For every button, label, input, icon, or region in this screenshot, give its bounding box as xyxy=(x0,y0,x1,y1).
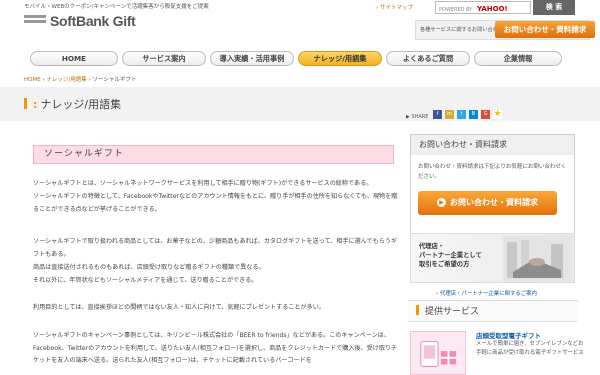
page-title: : ナレッジ/用語集 xyxy=(24,96,121,112)
service-description: メールで簡単に届き、セブンイレブンなどお手軽に商品が受け取れる電子ギフトサービス xyxy=(476,341,584,356)
star-icon[interactable]: ★ xyxy=(493,110,502,119)
article-heading: ソーシャルギフト xyxy=(33,145,394,164)
logo-mark-icon xyxy=(24,15,46,27)
facebook-icon[interactable]: f xyxy=(433,110,442,119)
nav-company[interactable]: 企業情報 xyxy=(474,51,562,66)
partner-line: 取引をご希望の方 xyxy=(419,261,470,268)
yahoo-logo: YAHOO! xyxy=(476,5,508,13)
article-paragraph: ソーシャルギフトで取り扱われる商品としては、お菓子などの、少額商品もあれば、カタ… xyxy=(33,238,397,258)
share-label-text: SHARE xyxy=(411,114,429,120)
twitter-icon[interactable]: t xyxy=(457,110,466,119)
article-paragraph: 商品は直接送付されるものもあれば、店頭受け取りなど贈るギフトの種類で異なる。 xyxy=(33,264,265,271)
partner-link-text: 代理店・パートナー企業に関するご案内 xyxy=(439,291,537,297)
article-paragraph: 利用目的としては、直接挨拶ほどの間柄ではない友人・知人に向けて、気軽にプレゼント… xyxy=(33,304,325,311)
breadcrumb-home[interactable]: HOME xyxy=(24,77,41,83)
hatena-icon[interactable]: B xyxy=(469,110,478,119)
heading-bar-icon xyxy=(416,305,419,315)
service-title[interactable]: 店頭受取型電子ギフト xyxy=(476,330,541,340)
share-icons: f m t B G ★ xyxy=(433,110,505,119)
sitemap-label: サイトマップ xyxy=(379,5,413,11)
gift-service-thumbnail[interactable] xyxy=(410,331,466,375)
partner-banner-text: 代理店・ パートナー企業として 取引をご希望の方 xyxy=(419,242,482,269)
article-paragraph: それ以外に、年賀状などもソーシャルメディアを通じて、送り贈ることができる。 xyxy=(33,277,258,284)
softbank-gift-logo[interactable]: SoftBank Gift xyxy=(24,13,136,29)
google-plus-icon[interactable]: G xyxy=(481,110,490,119)
search-button[interactable]: 検 索 xyxy=(533,0,575,15)
services-heading: 提供サービス xyxy=(408,300,578,322)
mixi-icon[interactable]: m xyxy=(445,110,454,119)
sidebar-contact-text: お問い合わせ・資料請求は下記よりお気軽にお問い合わせください。 xyxy=(418,164,567,180)
partner-link[interactable]: › 代理店・パートナー企業に関するご案内 xyxy=(436,289,537,297)
search-input[interactable]: POWERED BY YAHOO! xyxy=(435,1,531,14)
partner-line: パートナー企業として xyxy=(419,252,482,259)
header-contact-label: お問い合わせ・資料請求 xyxy=(503,25,587,34)
arrow-right-icon: ▶ xyxy=(437,198,446,207)
header-tagline: モバイル・WEBのクーポン/キャンペーンで活躍集客から販促支援をご提案 xyxy=(24,4,209,10)
nav-faq[interactable]: よくあるご質問 xyxy=(386,51,470,66)
sidebar-contact-title: お問い合わせ・資料請求 xyxy=(411,135,574,155)
handshake-photo xyxy=(503,236,571,281)
breadcrumb-parent[interactable]: ナレッジ/用語集 xyxy=(46,77,86,83)
article-paragraph: ソーシャルギフトのキャンペーン事例としては、キリンビール株式会社の「BEER t… xyxy=(33,332,398,364)
article-paragraph: ソーシャルギフトとは、ソーシャルネットワークサービスを利用して相手に贈り物(ギフ… xyxy=(33,180,373,187)
partner-line: 代理店・ xyxy=(419,243,445,250)
breadcrumb: HOME › ナレッジ/用語集 › ソーシャルギフト xyxy=(24,75,136,83)
search-powered-label: POWERED BY xyxy=(439,7,473,13)
article-paragraph: ソーシャルギフトの特徴として、FacebookやTwitterなどのアカウント情… xyxy=(33,193,398,213)
sidebar-contact-label: お問い合わせ・資料請求 xyxy=(450,198,538,207)
header-contact-button[interactable]: お問い合わせ・資料請求 xyxy=(495,21,595,38)
nav-home[interactable]: HOME xyxy=(30,51,118,66)
breadcrumb-current: ソーシャルギフト xyxy=(92,77,137,83)
share-label: ▶ SHARE xyxy=(406,114,429,120)
global-nav: HOME サービス案内 導入実績・活用事例 ナレッジ/用語集 よくあるご質問 企… xyxy=(30,51,570,66)
breadcrumb-separator: › xyxy=(42,77,45,83)
nav-services[interactable]: サービス案内 xyxy=(122,51,206,66)
breadcrumb-separator: › xyxy=(88,77,91,83)
sidebar-contact-button[interactable]: ▶ お問い合わせ・資料請求 xyxy=(418,191,557,215)
sitemap-link[interactable]: › サイトマップ xyxy=(376,3,413,11)
page-title-text: ナレッジ/用語集 xyxy=(40,98,122,111)
nav-knowledge[interactable]: ナレッジ/用語集 xyxy=(298,51,382,66)
title-bar-icon xyxy=(24,98,27,109)
services-heading-text: 提供サービス xyxy=(425,307,480,317)
nav-case-studies[interactable]: 導入実績・活用事例 xyxy=(210,51,294,66)
logo-text: SoftBank Gift xyxy=(50,13,136,29)
